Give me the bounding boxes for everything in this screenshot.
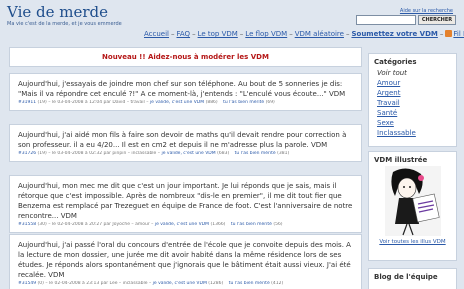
disagree-count: (412) — [271, 281, 284, 286]
categories-panel: Catégories Voir tout Amour Argent Travai… — [368, 53, 457, 147]
illustrated-panel: VDM illustrée Voir toutes les illus VDM — [368, 151, 457, 261]
site-logo[interactable]: Vie de merde — [7, 3, 108, 21]
disagree-button[interactable]: tu l'as bien mérité — [235, 151, 276, 156]
agree-count: (1366) — [210, 222, 226, 227]
nav-separator: – — [171, 30, 175, 38]
disagree-button[interactable]: tu l'as bien mérité — [229, 281, 270, 286]
main-nav: Accueil – FAQ – Le top VDM – Le flop VDM – VDM a… — [144, 30, 464, 40]
comic-illustration[interactable] — [384, 166, 441, 236]
agree-count: (886) — [205, 100, 218, 105]
category-sexe[interactable]: Sexe — [377, 118, 451, 128]
search-help-link[interactable]: Aide sur la recherche — [400, 8, 453, 14]
categories-list: Voir tout Amour Argent Travail Santé Sex… — [377, 68, 451, 138]
nav-submit[interactable]: Soumettez votre VDM — [351, 30, 437, 38]
post-item: Aujourd'hui, j'essayais de joindre mon c… — [9, 73, 362, 111]
category-amour[interactable]: Amour — [377, 78, 451, 88]
nav-flop[interactable]: Le flop VDM — [245, 30, 287, 38]
post-info: (19) – le 03-04-2008 à 02:32 par pinpin … — [37, 151, 161, 156]
all-illustrations-link[interactable]: Voir toutes les illus VDM — [369, 239, 456, 245]
post-text: Aujourd'hui, mon mec me dit que c'est un… — [18, 182, 353, 220]
nav-top[interactable]: Le top VDM — [198, 30, 238, 38]
post-meta: #31726 (19) – le 03-04-2008 à 02:32 par … — [18, 151, 353, 157]
disagree-count: (69) — [265, 100, 275, 105]
nav-separator: – — [239, 30, 244, 38]
search-input[interactable] — [356, 15, 416, 25]
category-argent[interactable]: Argent — [377, 88, 451, 98]
agree-button[interactable]: je valide, c'est une VDM — [150, 100, 204, 105]
agree-button[interactable]: je valide, c'est une VDM — [155, 222, 209, 227]
agree-button[interactable]: je valide, c'est une VDM — [153, 281, 207, 286]
post-id-link[interactable]: #31911 — [18, 100, 36, 105]
nav-rss[interactable]: Fil RSS — [453, 30, 464, 38]
search-button[interactable]: CHERCHER — [418, 15, 456, 25]
post-item: Aujourd'hui, j'ai passé l'oral du concou… — [9, 234, 362, 289]
post-text: Aujourd'hui, j'ai passé l'oral du concou… — [18, 241, 351, 279]
rss-icon[interactable] — [445, 30, 453, 37]
disagree-count: (56) — [273, 222, 283, 227]
nav-separator: – — [289, 30, 293, 38]
site-header: Vie de merde Ma vie c'est de la merde, e… — [0, 0, 464, 30]
blog-panel: Blog de l'équipe — [368, 268, 457, 289]
disagree-button[interactable]: tu l'as bien mérité — [231, 222, 272, 227]
nav-separator: – — [192, 30, 196, 38]
post-item: Aujourd'hui, mon mec me dit que c'est un… — [9, 175, 362, 233]
post-item: Aujourd'hui, j'ai aidé mon fils à faire … — [9, 124, 362, 162]
post-text: Aujourd'hui, j'ai aidé mon fils à faire … — [18, 131, 347, 149]
post-info: (0) – le 02-04-2008 à 23:13 par Lee – in… — [37, 281, 152, 286]
post-text: Aujourd'hui, j'essayais de joindre mon c… — [18, 80, 346, 98]
categories-title: Catégories — [374, 58, 417, 66]
post-id-link[interactable]: #31549 — [18, 281, 36, 286]
nav-separator: – — [439, 30, 444, 38]
blog-title: Blog de l'équipe — [374, 273, 438, 281]
category-all[interactable]: Voir tout — [377, 68, 451, 78]
agree-count: (1286) — [208, 281, 224, 286]
comic-drawing — [384, 166, 441, 236]
agree-count: (683) — [217, 151, 230, 156]
agree-button[interactable]: je valide, c'est une VDM — [161, 151, 215, 156]
illustrated-title: VDM illustrée — [374, 156, 428, 164]
nav-home[interactable]: Accueil — [144, 30, 169, 38]
category-inclassable[interactable]: Inclassable — [377, 128, 451, 138]
disagree-button[interactable]: tu l'as bien mérité — [223, 100, 264, 105]
post-meta: #31558 (30) – le 02-04-2008 à 20:27 par … — [18, 222, 353, 228]
nav-separator: – — [345, 30, 350, 38]
post-info: (19) – le 03-04-2008 à 12:04 par David –… — [37, 100, 149, 105]
category-travail[interactable]: Travail — [377, 98, 451, 108]
site-tagline: Ma vie c'est de la merde, et je vous emm… — [7, 21, 122, 27]
moderation-notice[interactable]: Nouveau !! Aidez-nous à modérer les VDM — [9, 47, 362, 67]
post-meta: #31549 (0) – le 02-04-2008 à 23:13 par L… — [18, 281, 353, 287]
nav-random[interactable]: VDM aléatoire — [295, 30, 344, 38]
post-info: (30) – le 02-04-2008 à 20:27 par Joyoche… — [37, 222, 154, 227]
category-sante[interactable]: Santé — [377, 108, 451, 118]
post-id-link[interactable]: #31726 — [18, 151, 36, 156]
post-meta: #31911 (19) – le 03-04-2008 à 12:04 par … — [18, 100, 353, 106]
post-id-link[interactable]: #31558 — [18, 222, 36, 227]
nav-faq[interactable]: FAQ — [177, 30, 191, 38]
disagree-count: (381) — [277, 151, 290, 156]
main-column: Nouveau !! Aidez-nous à modérer les VDM — [9, 47, 362, 67]
